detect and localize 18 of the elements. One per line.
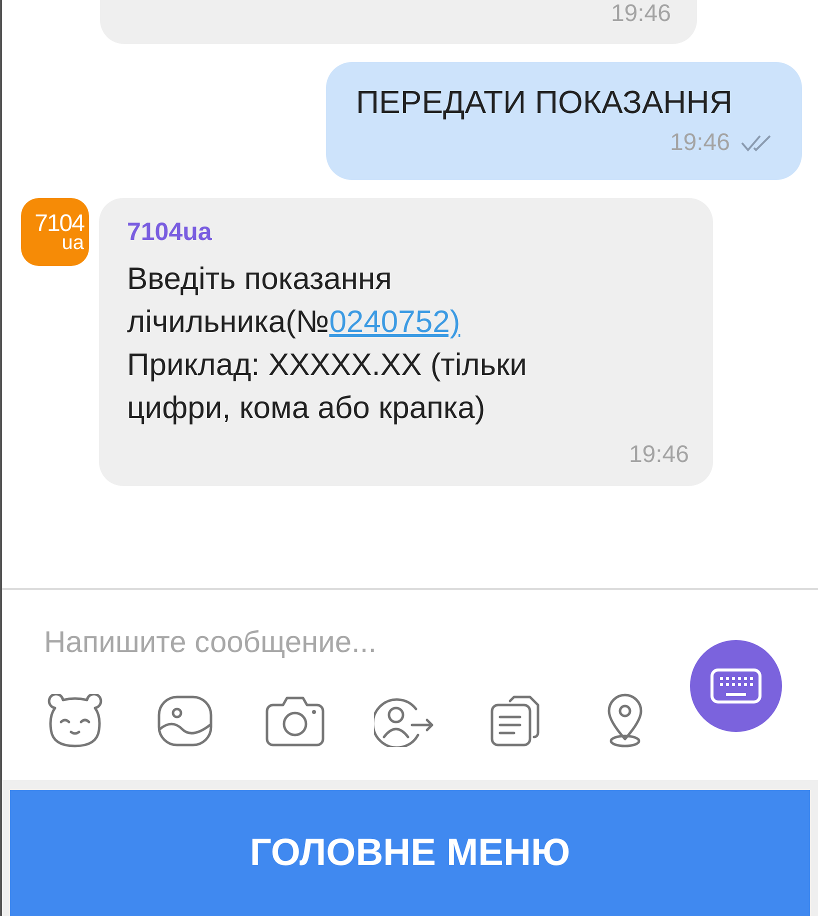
meter-number-link[interactable]: 0240752) (329, 304, 460, 339)
picture-icon (157, 695, 213, 747)
message-text: ПЕРЕДАТИ ПОКАЗАННЯ (356, 84, 732, 121)
avatar-text: ua (62, 235, 84, 252)
location-pin-icon (605, 693, 645, 749)
bear-face-icon (45, 694, 105, 748)
message-time: 19:46 (628, 443, 689, 467)
message-time: 19:46 (670, 130, 730, 155)
avatar-text: 7104 (34, 212, 84, 236)
message-time: 19:46 (610, 2, 671, 26)
camera-icon (265, 695, 325, 747)
message-text: Введіть показання лічильника(№0240752) (127, 260, 462, 341)
sender-name: 7104ua (127, 220, 213, 245)
message-input[interactable]: Напишите сообщение... (44, 626, 644, 660)
main-menu-button[interactable]: ГОЛОВНЕ МЕНЮ (10, 790, 810, 916)
keyboard-icon (710, 668, 762, 704)
documents-icon (488, 695, 542, 747)
message-text: Приклад: XXXXX.XX (тільки цифри, кома або крапка) (127, 346, 528, 427)
